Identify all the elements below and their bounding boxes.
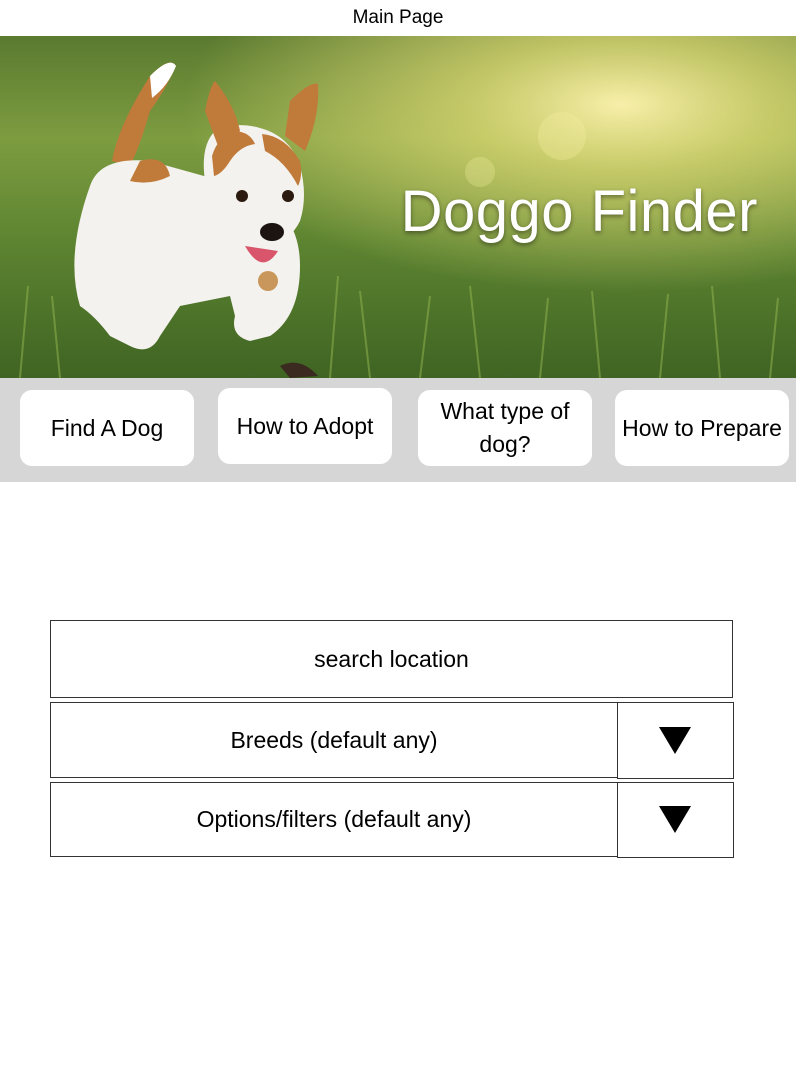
breeds-dropdown[interactable]: Breeds (default any) bbox=[50, 701, 734, 779]
hero-banner: Doggo Finder bbox=[0, 36, 796, 378]
breeds-dropdown-toggle[interactable] bbox=[616, 701, 734, 779]
nav-button-find-a-dog[interactable]: Find A Dog bbox=[20, 390, 194, 466]
search-location-label: search location bbox=[314, 645, 469, 672]
options-filters-dropdown[interactable]: Options/filters (default any) bbox=[50, 781, 734, 858]
options-filters-dropdown-toggle[interactable] bbox=[616, 781, 734, 858]
hero-title: Doggo Finder bbox=[400, 179, 758, 244]
breeds-dropdown-label: Breeds (default any) bbox=[230, 726, 438, 753]
nav-bar: Find A Dog How to Adopt What type of dog… bbox=[0, 378, 796, 482]
main-page: Main Page Doggo Finder Find A Dog How to… bbox=[0, 0, 796, 1074]
search-location-input[interactable]: search location bbox=[50, 620, 733, 698]
page-title: Main Page bbox=[352, 7, 444, 28]
nav-button-label: Find A Dog bbox=[50, 414, 164, 441]
nav-button-label: How to Prepare bbox=[622, 414, 782, 441]
nav-button-what-type-of-dog[interactable]: What type of dog? bbox=[418, 390, 592, 466]
nav-button-label: What type of dog? bbox=[440, 398, 570, 457]
triangle-down-icon bbox=[659, 806, 691, 833]
options-filters-dropdown-label: Options/filters (default any) bbox=[196, 806, 472, 832]
nav-button-how-to-prepare[interactable]: How to Prepare bbox=[615, 390, 789, 466]
nav-button-how-to-adopt[interactable]: How to Adopt bbox=[218, 388, 392, 464]
nav-button-label: How to Adopt bbox=[236, 412, 374, 439]
triangle-down-icon bbox=[659, 726, 691, 754]
